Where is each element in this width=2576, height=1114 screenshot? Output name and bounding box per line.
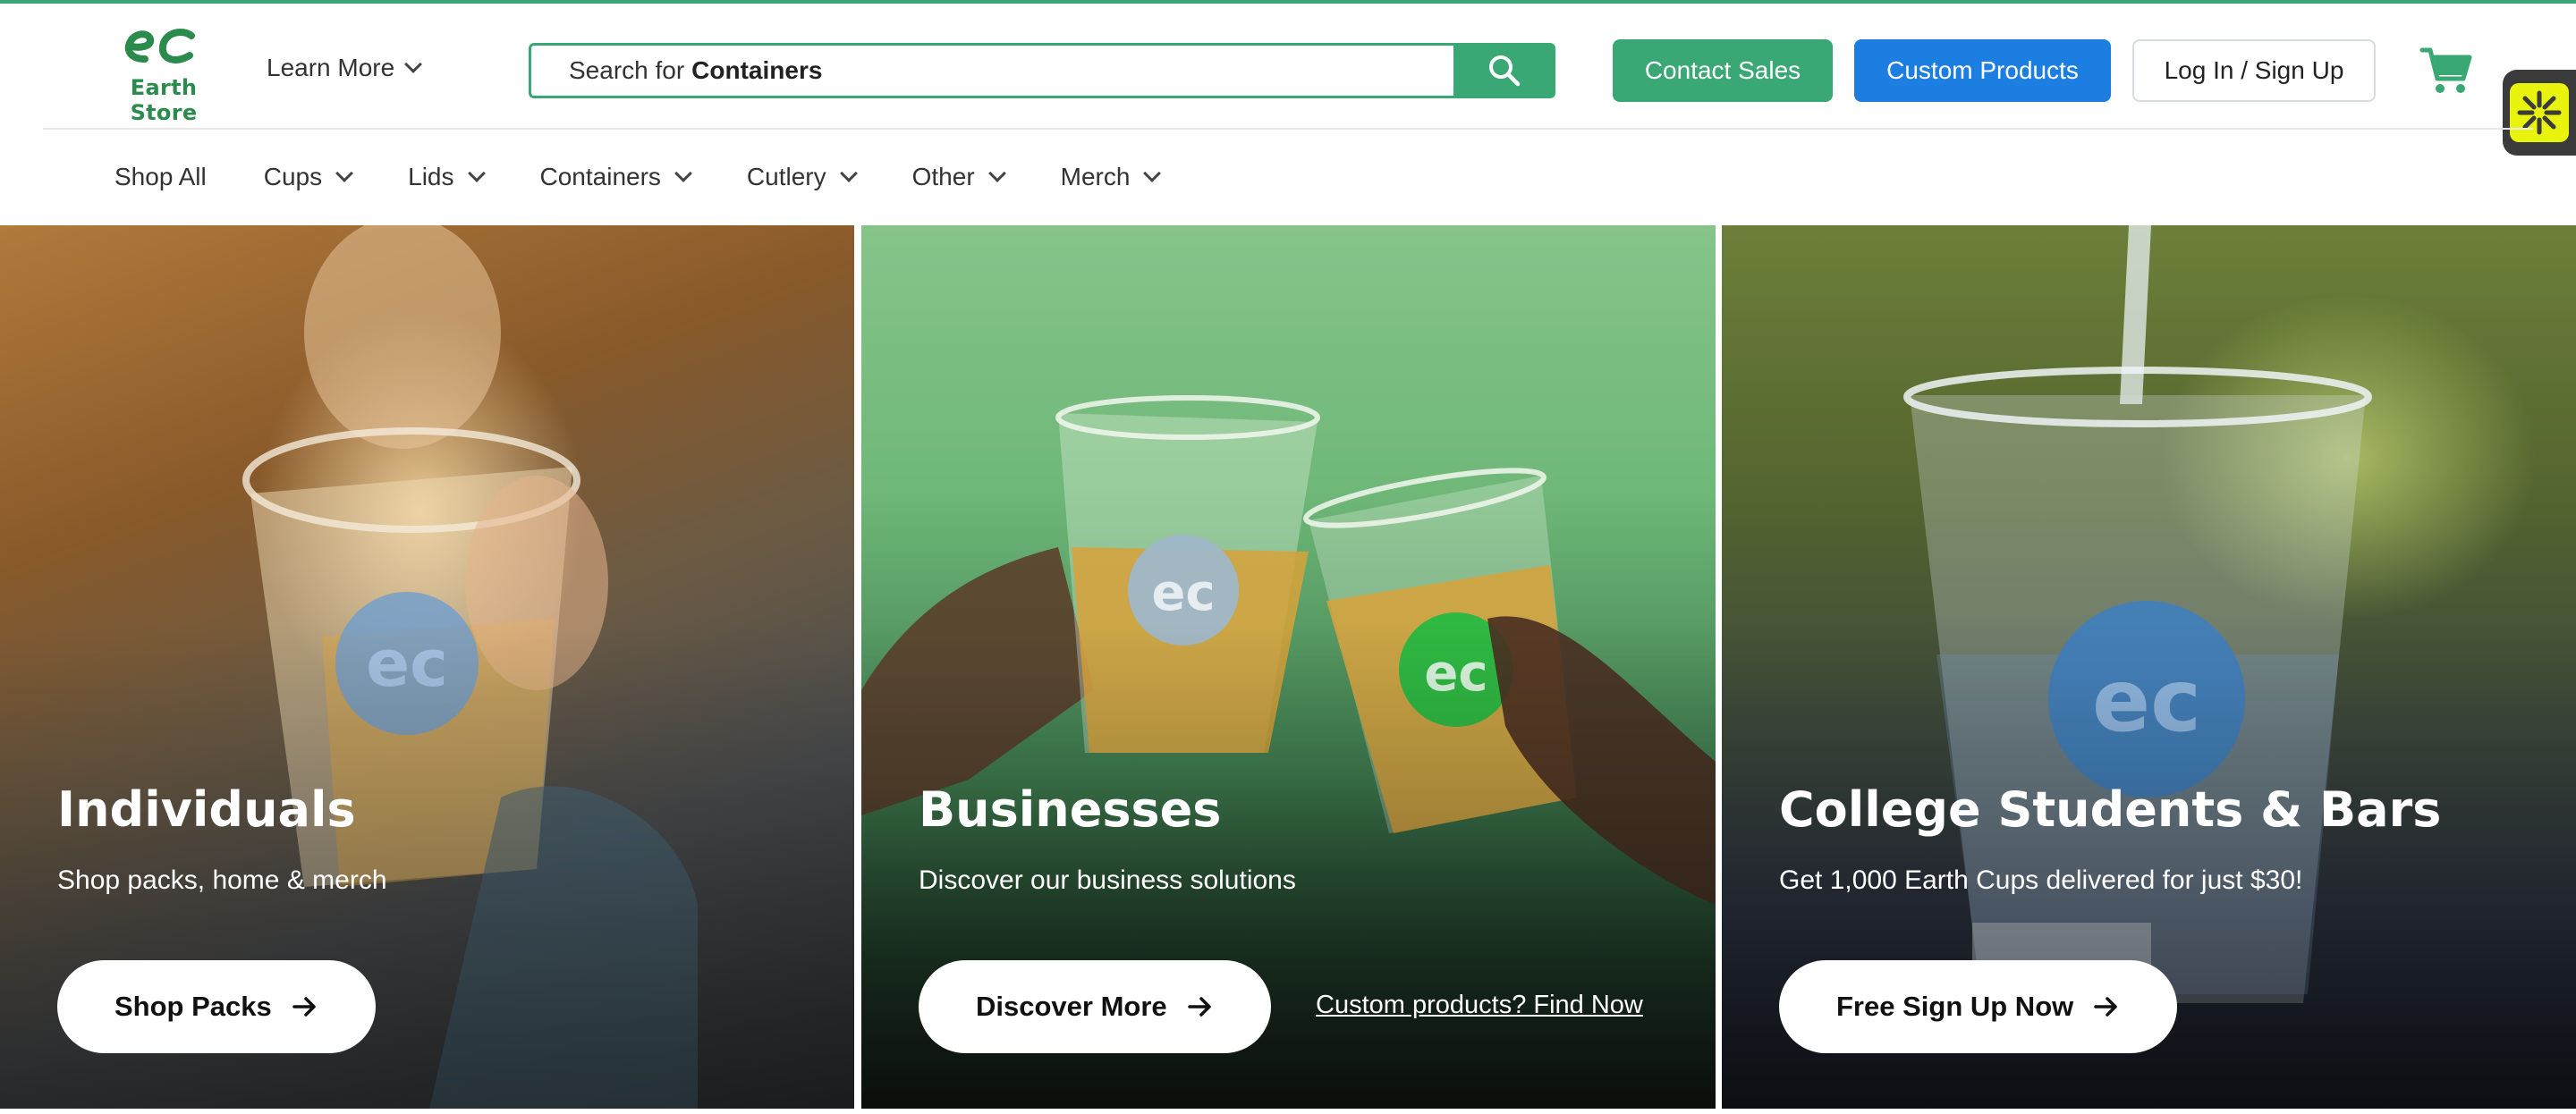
nav-item-label: Cutlery [746, 163, 826, 190]
panel-title: Individuals [57, 781, 356, 838]
logo-text: Earth Store [130, 75, 198, 125]
chevron-down-icon [404, 55, 423, 73]
cta-label: Discover More [976, 991, 1167, 1022]
arrow-right-icon [292, 997, 316, 1017]
nav-item-label: Containers [539, 163, 661, 190]
nav-item-shop-all[interactable]: Shop All [114, 163, 207, 191]
category-nav: Shop All Cups Lids Containers Cutlery Ot… [114, 156, 1216, 198]
cta-label: Free Sign Up Now [1836, 991, 2074, 1022]
nav-item-label: Other [911, 163, 975, 190]
panel-title: College Students & Bars [1779, 781, 2442, 838]
custom-products-link[interactable]: Custom products? Find Now [1316, 991, 1643, 1020]
panel-individuals[interactable]: ec Individuals Shop packs, home & merch … [0, 225, 854, 1109]
search-term: Containers [691, 56, 823, 84]
site-header: Earth Store Learn More Search for Contai… [0, 4, 2576, 129]
discover-more-button[interactable]: Discover More [919, 960, 1271, 1053]
nav-item-lids[interactable]: Lids [408, 163, 486, 191]
accessibility-icon [2517, 90, 2562, 135]
audience-panels: ec Individuals Shop packs, home & merch … [0, 225, 2576, 1109]
accessibility-widget-button[interactable] [2503, 70, 2576, 156]
chevron-down-icon [987, 165, 1006, 182]
search-input[interactable]: Search for Containers [529, 43, 1453, 98]
nav-item-merch[interactable]: Merch [1060, 163, 1162, 191]
panel-subtitle: Discover our business solutions [919, 865, 1296, 895]
chevron-down-icon [467, 165, 486, 182]
search-bar: Search for Containers [529, 43, 1555, 98]
panel-businesses[interactable]: ec ec Businesses Discover our business s… [861, 225, 1716, 1109]
learn-more-label: Learn More [267, 54, 395, 81]
header-divider [43, 128, 2533, 130]
nav-item-cups[interactable]: Cups [263, 163, 354, 191]
cart-icon [2419, 47, 2472, 93]
nav-item-containers[interactable]: Containers [539, 163, 692, 191]
search-button[interactable] [1453, 43, 1555, 98]
cta-label: Shop Packs [114, 991, 272, 1022]
chevron-down-icon [839, 165, 858, 182]
nav-item-label: Shop All [114, 163, 207, 190]
learn-more-menu[interactable]: Learn More [267, 48, 423, 88]
search-prefix: Search for [569, 56, 685, 84]
nav-item-label: Cups [263, 163, 323, 190]
login-signup-button[interactable]: Log In / Sign Up [2132, 39, 2376, 102]
contact-sales-button[interactable]: Contact Sales [1613, 39, 1833, 102]
panel-subtitle: Shop packs, home & merch [57, 865, 387, 895]
accessibility-icon-box [2510, 83, 2569, 142]
arrow-right-icon [1187, 997, 1211, 1017]
panel-subtitle: Get 1,000 Earth Cups delivered for just … [1779, 865, 2303, 895]
free-signup-button[interactable]: Free Sign Up Now [1779, 960, 2178, 1053]
nav-item-label: Lids [408, 163, 454, 190]
chevron-down-icon [674, 165, 692, 182]
ec-logo-icon [124, 29, 195, 63]
panel-college-bars[interactable]: ec College Students & Bars Get 1,000 Ear… [1722, 225, 2576, 1109]
custom-products-button[interactable]: Custom Products [1854, 39, 2111, 102]
chevron-down-icon [335, 165, 354, 182]
nav-item-cutlery[interactable]: Cutlery [746, 163, 858, 191]
earth-store-logo[interactable]: Earth Store [97, 23, 231, 125]
nav-item-other[interactable]: Other [911, 163, 1006, 191]
nav-item-label: Merch [1060, 163, 1131, 190]
cart-button[interactable] [2419, 43, 2474, 98]
chevron-down-icon [1143, 165, 1162, 182]
shop-packs-button[interactable]: Shop Packs [57, 960, 376, 1053]
panel-title: Businesses [919, 781, 1222, 838]
arrow-right-icon [2094, 997, 2117, 1017]
search-icon [1489, 55, 1521, 87]
